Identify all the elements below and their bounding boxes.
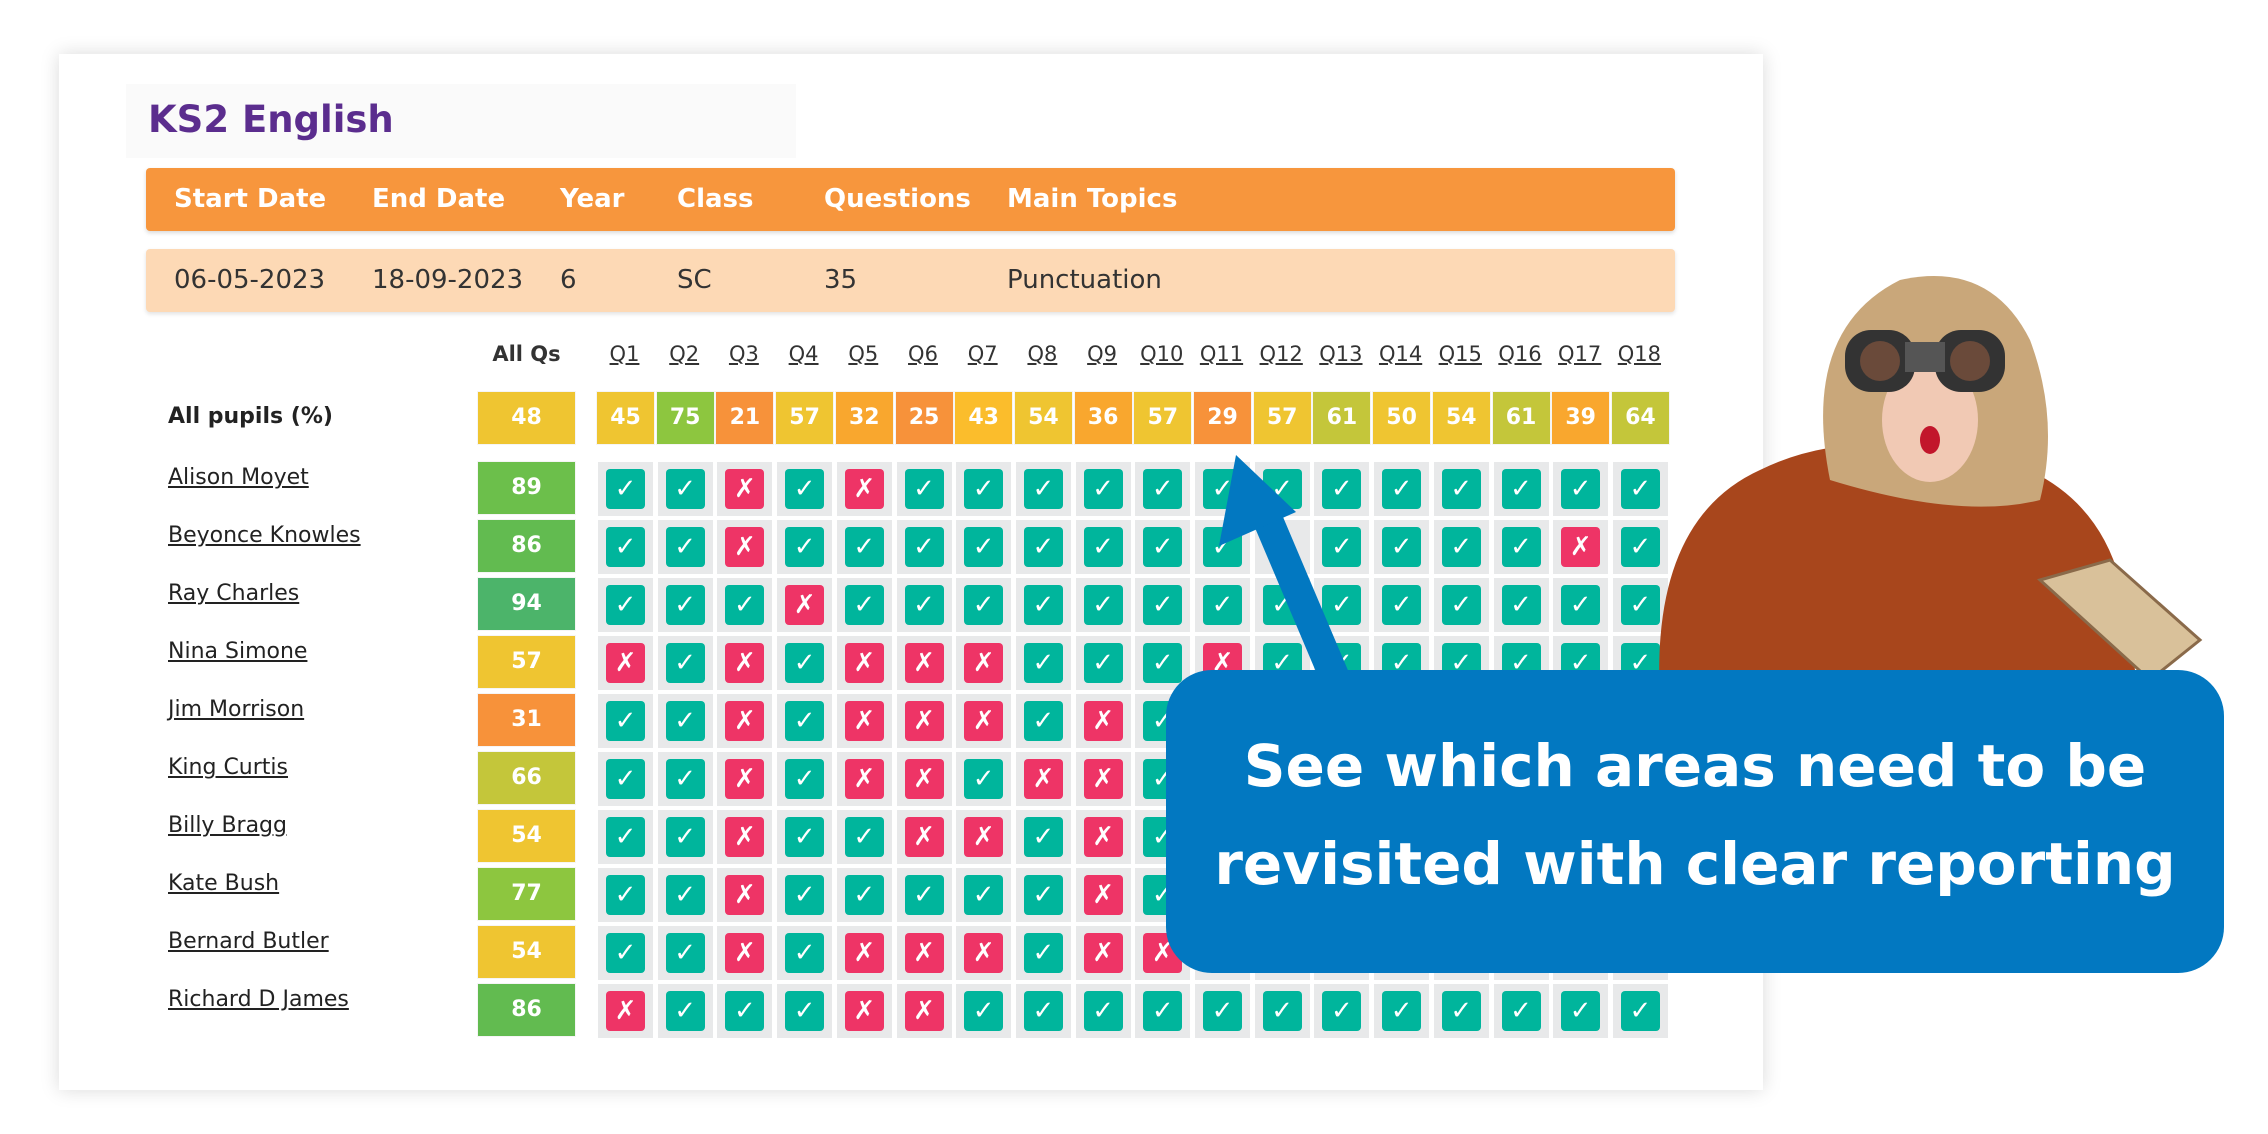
callout-banner: See which areas need to be revisited wit… bbox=[1166, 670, 2224, 973]
callout-line-1: See which areas need to be bbox=[1243, 732, 2147, 800]
callout-line-2: revisited with clear reporting bbox=[1214, 830, 2176, 898]
